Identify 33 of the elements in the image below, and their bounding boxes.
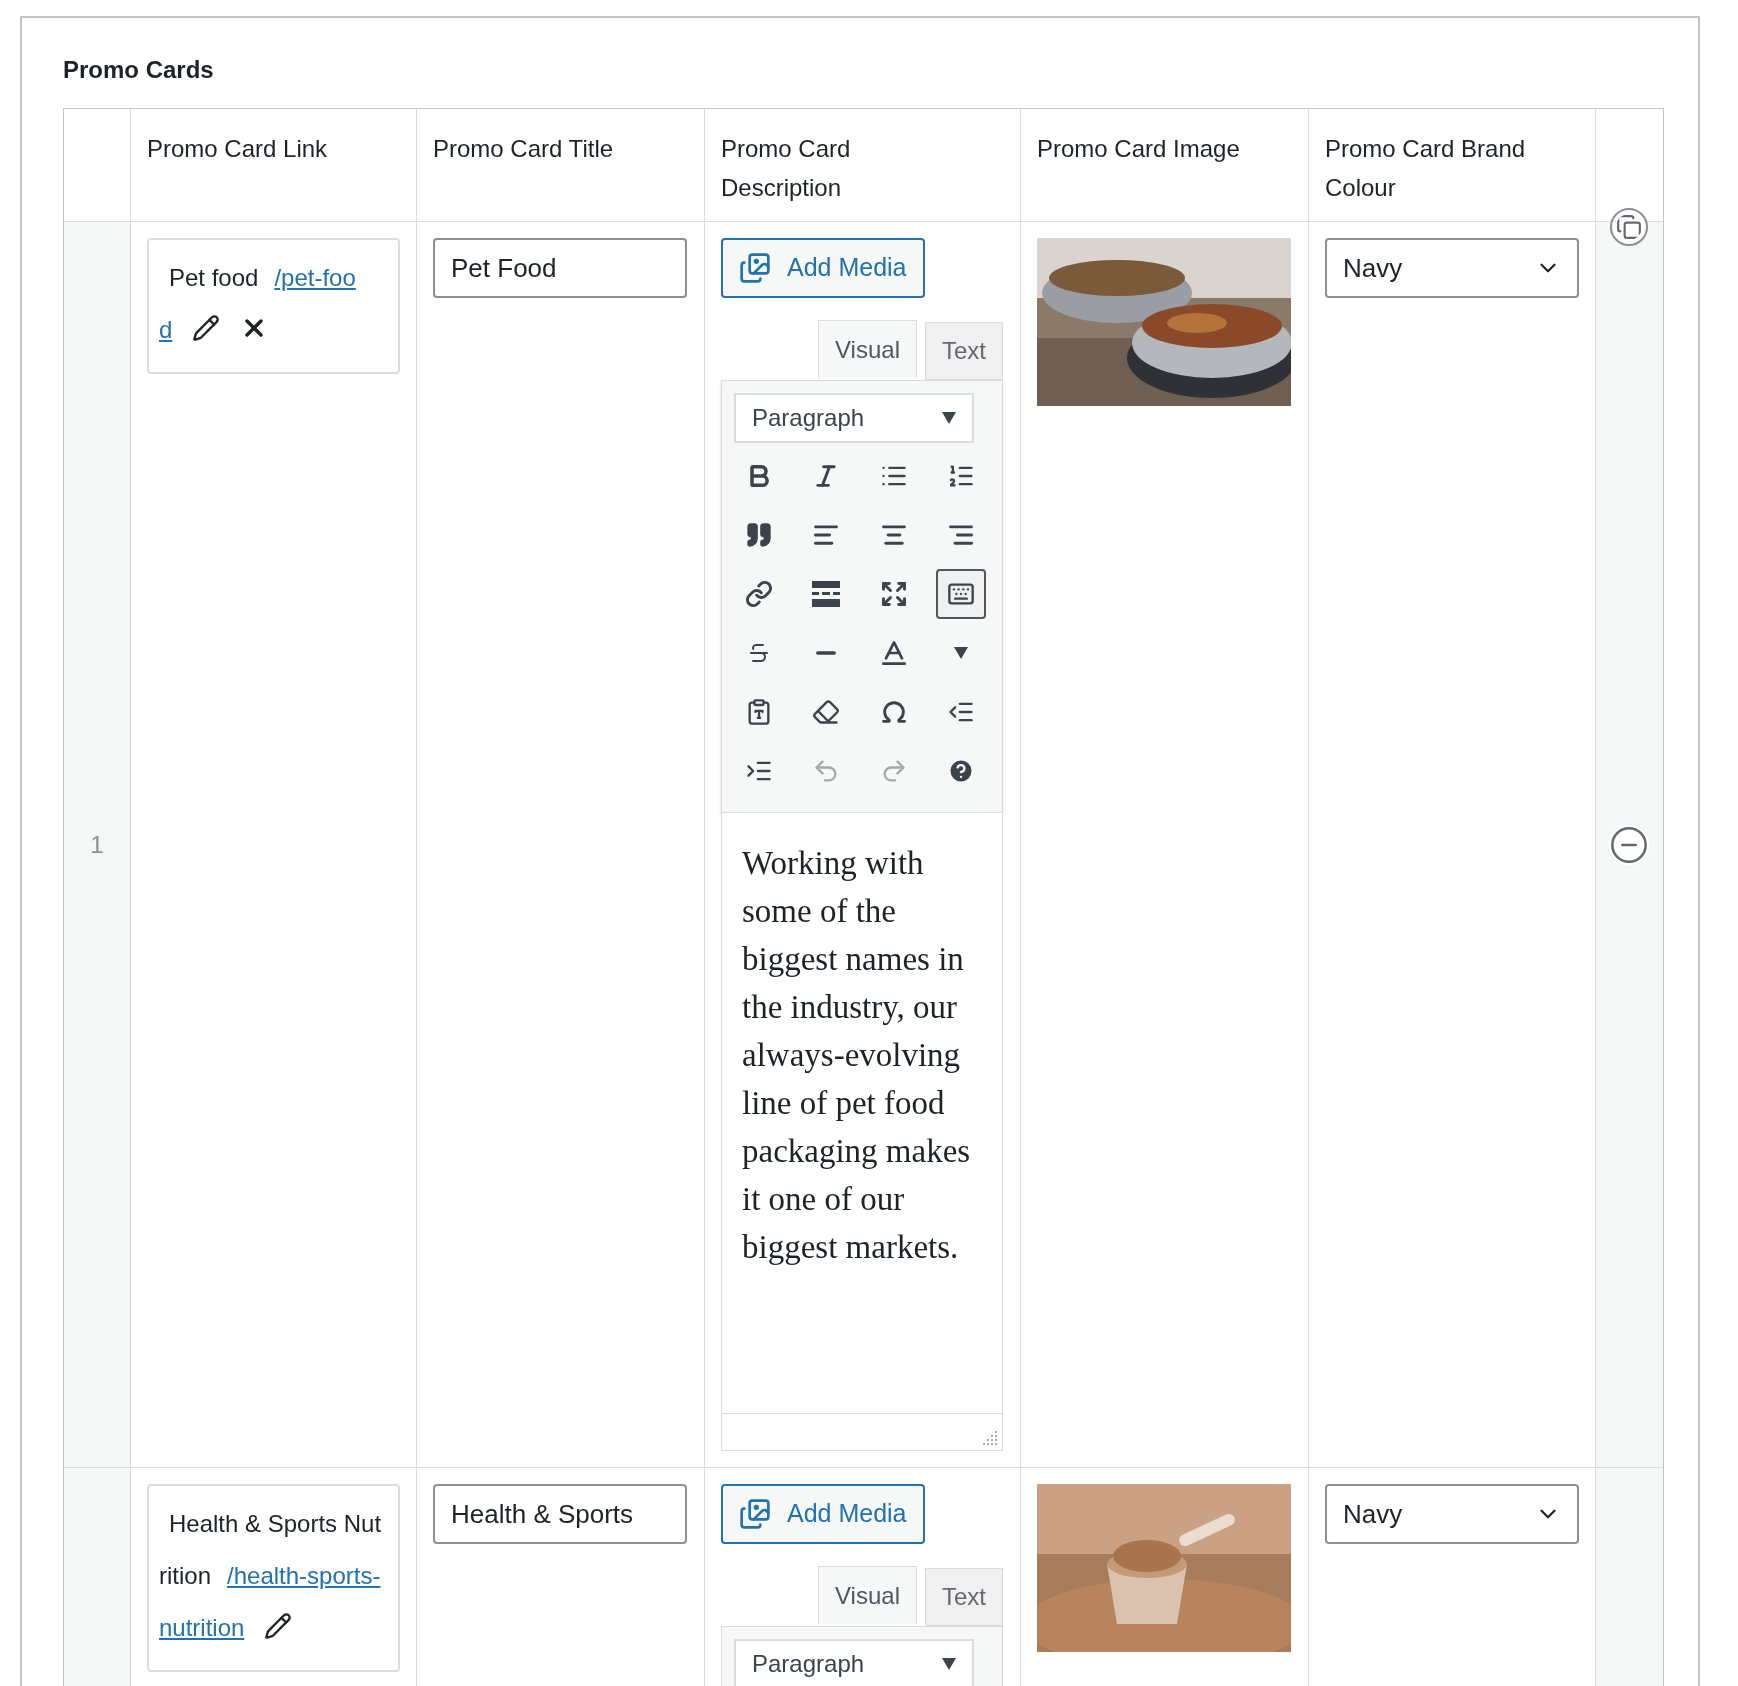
link-field[interactable]: Pet food /pet-food xyxy=(147,238,400,374)
column-header: Promo Card Brand Colour xyxy=(1325,134,1527,203)
resize-handle-icon xyxy=(980,1428,998,1446)
column-header: Promo Card Description xyxy=(721,134,852,203)
editor-tab[interactable]: Text xyxy=(925,322,1003,380)
link-field[interactable]: Health & Sports Nutrition /health-sports-nutrition xyxy=(147,1484,400,1672)
edit-icon[interactable] xyxy=(264,1612,293,1640)
row-number: 1 xyxy=(90,829,104,860)
duplicate-icon[interactable] xyxy=(1610,208,1648,246)
editor-tab[interactable]: Visual xyxy=(818,1566,917,1624)
remove-row-icon[interactable] xyxy=(1609,824,1649,865)
media-icon xyxy=(739,252,771,284)
editor-tab[interactable]: Text xyxy=(925,1568,1003,1626)
column-header: Promo Card Image xyxy=(1037,134,1241,164)
editor-tab[interactable]: Visual xyxy=(818,320,917,378)
column-header: Promo Card Link xyxy=(147,134,329,164)
format-select[interactable]: Paragraph xyxy=(734,393,974,443)
caret-icon xyxy=(942,412,956,424)
title-field[interactable]: Health & Sports xyxy=(433,1484,687,1544)
format-select[interactable]: Paragraph xyxy=(734,1639,974,1686)
description-text: Working with some of the biggest names in the industry, our always-evolving line of pet food packaging makes it one of our biggest markets. xyxy=(742,844,972,1267)
add-media-button[interactable]: Add Media xyxy=(721,238,925,298)
toolbar-toggle-icon[interactable] xyxy=(935,569,986,619)
section-title: Promo Cards xyxy=(63,55,215,85)
colour-select[interactable]: Navy xyxy=(1325,1484,1579,1544)
caret-icon xyxy=(942,1658,956,1670)
edit-icon[interactable] xyxy=(192,314,221,342)
editor-content[interactable]: Working with some of the biggest names in the industry, our always-evolving line of pet food packaging makes it one of our biggest markets. xyxy=(721,813,1003,1413)
colour-select[interactable]: Navy xyxy=(1325,238,1579,298)
column-header: Promo Card Title xyxy=(433,134,615,164)
title-field[interactable]: Pet Food xyxy=(433,238,687,298)
add-media-button[interactable]: Add Media xyxy=(721,1484,925,1544)
media-icon xyxy=(739,1498,771,1530)
